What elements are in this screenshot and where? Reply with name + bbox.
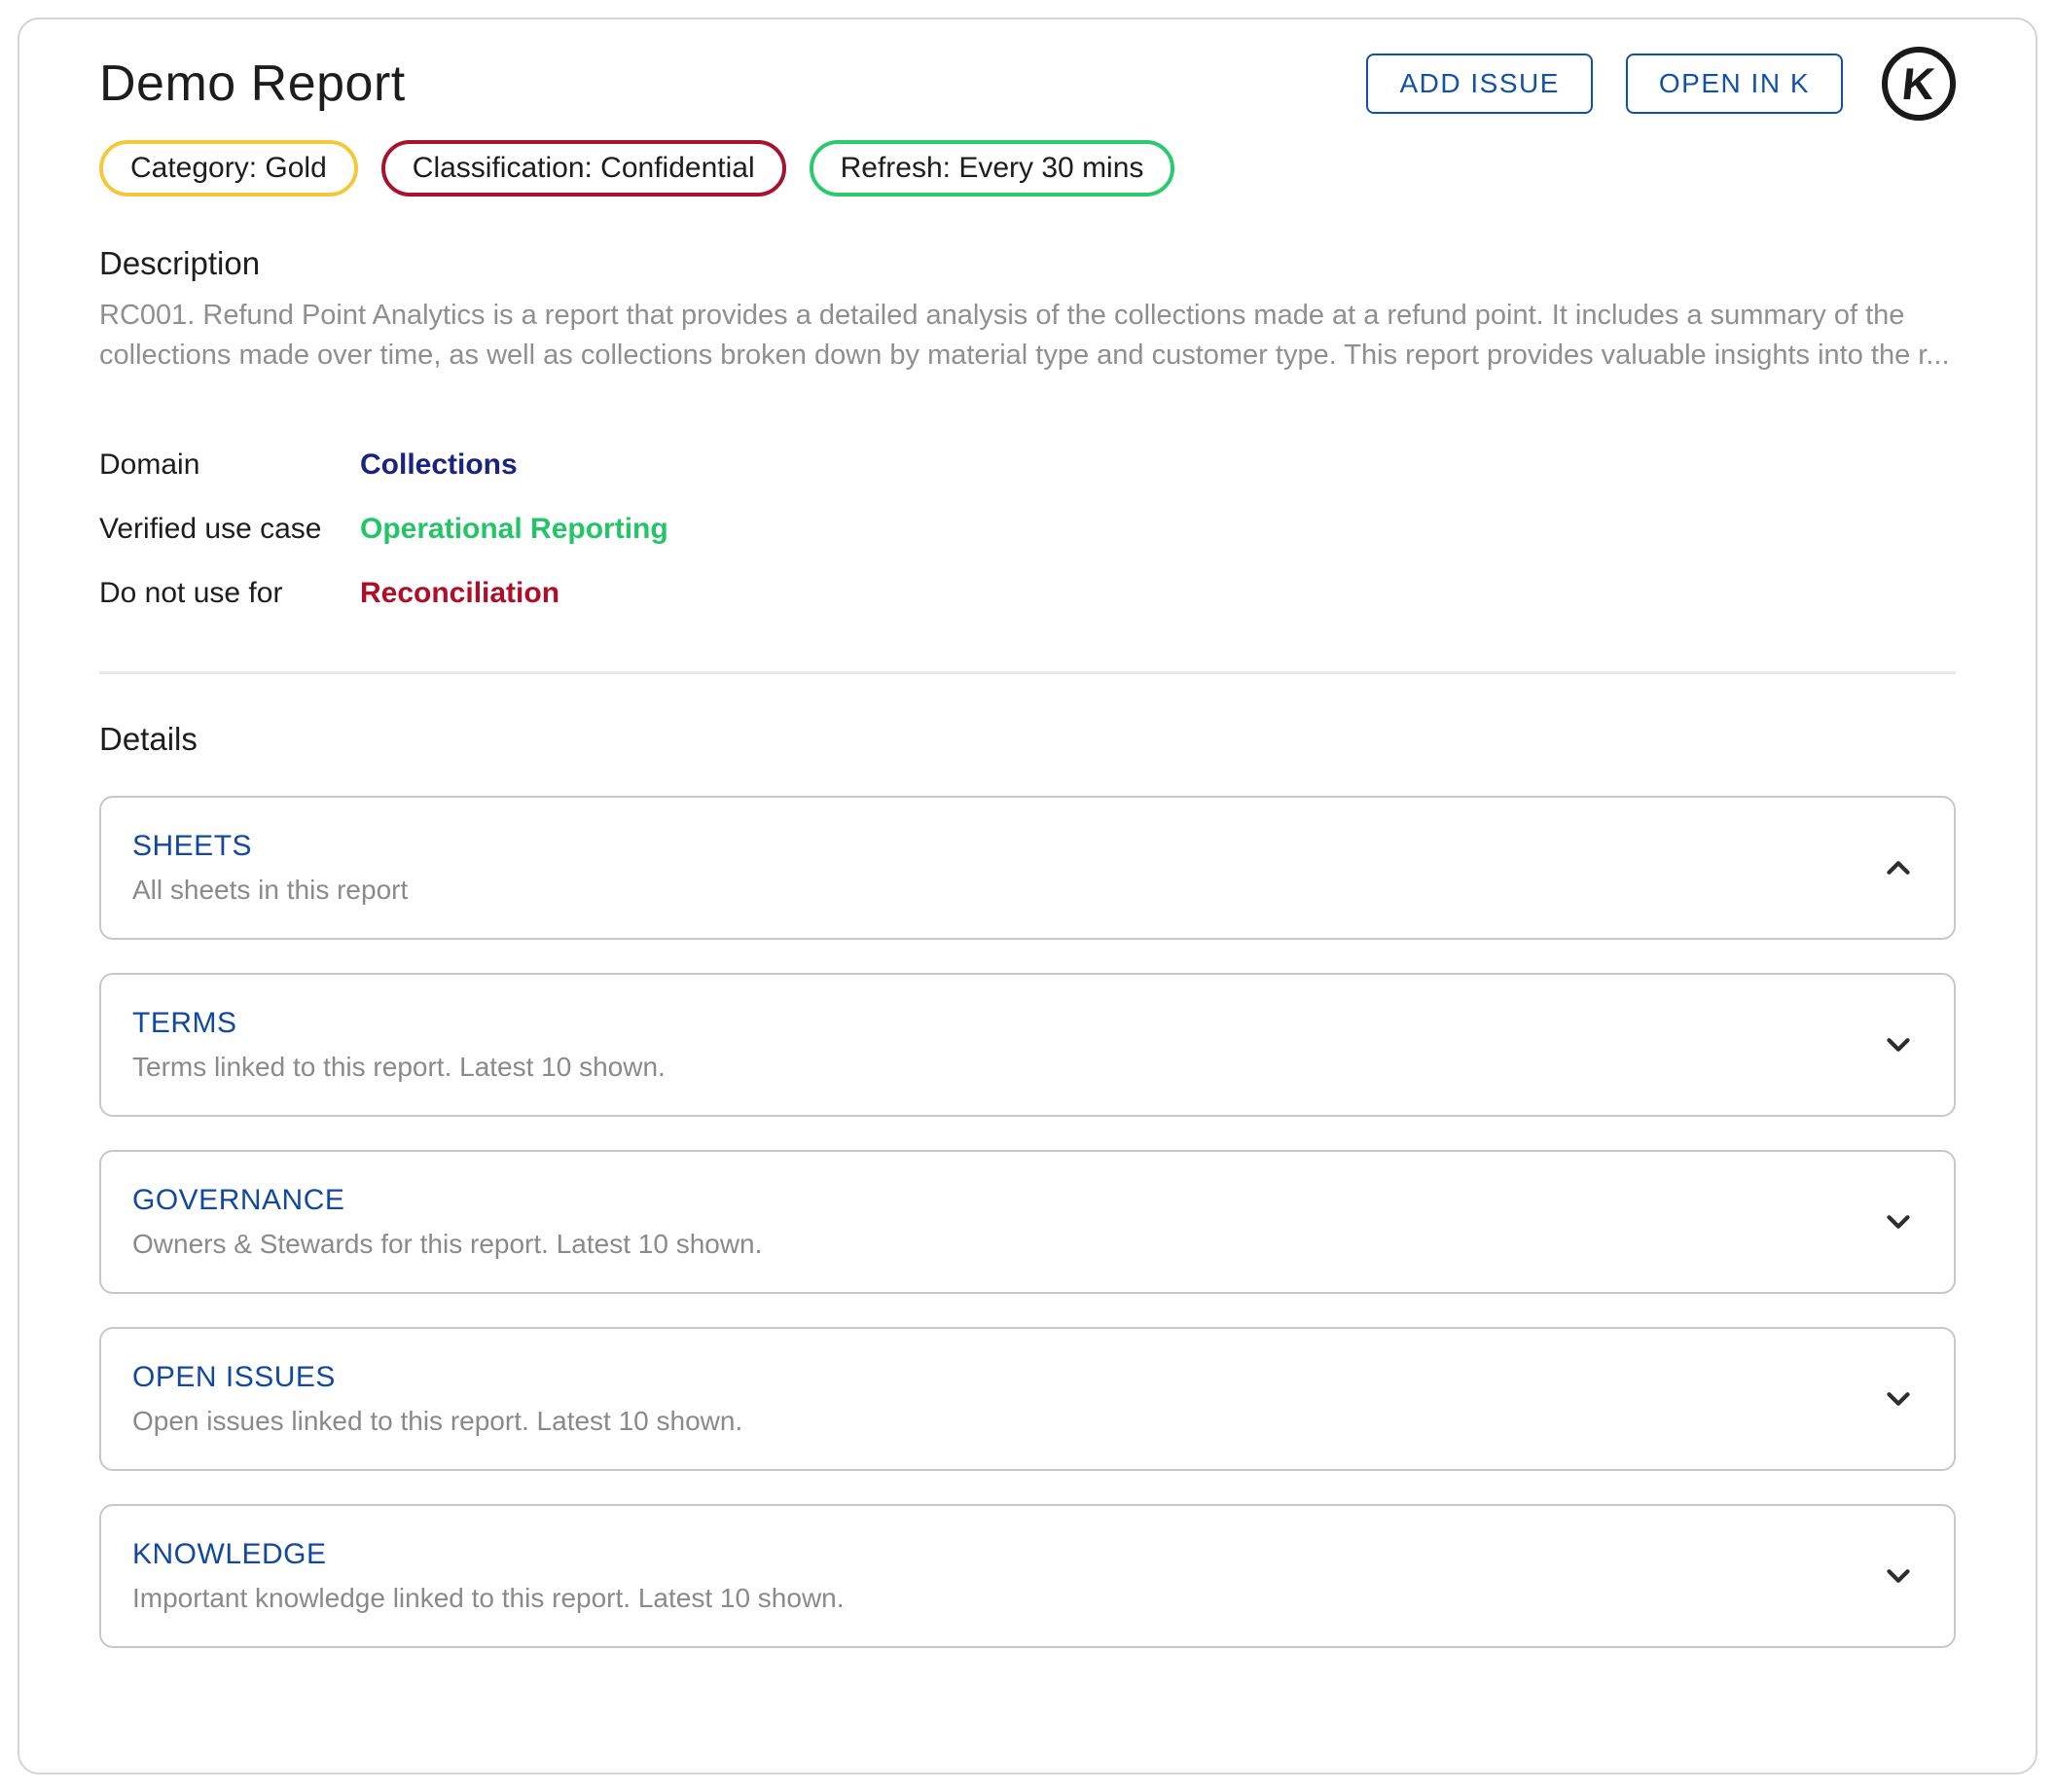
chevron-down-icon[interactable] (1880, 1203, 1917, 1240)
details-accordion-list: SHEETS All sheets in this report TERMS T… (99, 796, 1956, 1648)
accordion-subtitle: Open issues linked to this report. Lates… (132, 1406, 742, 1437)
attribute-value-verified-use-case: Operational Reporting (360, 512, 668, 547)
attribute-label: Domain (99, 448, 360, 483)
report-detail-panel: Demo Report ADD ISSUE OPEN IN K K Catego… (18, 18, 2037, 1774)
k-brand-logo-icon: K (1882, 47, 1956, 121)
accordion-governance[interactable]: GOVERNANCE Owners & Stewards for this re… (99, 1150, 1956, 1294)
chevron-up-icon[interactable] (1880, 849, 1917, 886)
details-heading: Details (99, 721, 1956, 758)
accordion-title: TERMS (132, 1007, 666, 1040)
badges-row: Category: Gold Classification: Confident… (99, 140, 1956, 197)
attribute-value-do-not-use-for: Reconciliation (360, 576, 559, 611)
page-title: Demo Report (99, 54, 406, 113)
accordion-subtitle: Terms linked to this report. Latest 10 s… (132, 1052, 666, 1083)
chevron-down-icon[interactable] (1880, 1026, 1917, 1063)
header-actions: ADD ISSUE OPEN IN K K (1366, 47, 1956, 121)
attribute-label: Do not use for (99, 576, 360, 611)
header: Demo Report ADD ISSUE OPEN IN K K (99, 47, 1956, 121)
attributes: Domain Collections Verified use case Ope… (99, 448, 1956, 611)
refresh-badge: Refresh: Every 30 mins (810, 140, 1175, 197)
accordion-terms[interactable]: TERMS Terms linked to this report. Lates… (99, 973, 1956, 1117)
attribute-label: Verified use case (99, 512, 360, 547)
accordion-title: SHEETS (132, 830, 408, 863)
accordion-text: TERMS Terms linked to this report. Lates… (132, 1007, 666, 1083)
add-issue-button[interactable]: ADD ISSUE (1366, 54, 1592, 114)
accordion-subtitle: Owners & Stewards for this report. Lates… (132, 1229, 762, 1260)
accordion-knowledge[interactable]: KNOWLEDGE Important knowledge linked to … (99, 1504, 1956, 1648)
open-in-k-button[interactable]: OPEN IN K (1626, 54, 1843, 114)
accordion-title: KNOWLEDGE (132, 1538, 845, 1571)
accordion-text: SHEETS All sheets in this report (132, 830, 408, 906)
classification-badge: Classification: Confidential (381, 140, 786, 197)
accordion-sheets[interactable]: SHEETS All sheets in this report (99, 796, 1956, 940)
accordion-text: OPEN ISSUES Open issues linked to this r… (132, 1361, 742, 1437)
accordion-title: OPEN ISSUES (132, 1361, 742, 1394)
accordion-text: KNOWLEDGE Important knowledge linked to … (132, 1538, 845, 1614)
attribute-row-domain: Domain Collections (99, 448, 1956, 483)
accordion-open-issues[interactable]: OPEN ISSUES Open issues linked to this r… (99, 1327, 1956, 1471)
description-text: RC001. Refund Point Analytics is a repor… (99, 296, 1960, 376)
attribute-row-verified-use-case: Verified use case Operational Reporting (99, 512, 1956, 547)
accordion-subtitle: All sheets in this report (132, 875, 408, 906)
description-heading: Description (99, 245, 1956, 282)
page: Demo Report ADD ISSUE OPEN IN K K Catego… (0, 0, 2055, 1792)
attribute-row-do-not-use-for: Do not use for Reconciliation (99, 576, 1956, 611)
chevron-down-icon[interactable] (1880, 1380, 1917, 1417)
divider (99, 671, 1956, 674)
chevron-down-icon[interactable] (1880, 1558, 1917, 1595)
accordion-text: GOVERNANCE Owners & Stewards for this re… (132, 1184, 762, 1260)
attribute-value-domain: Collections (360, 448, 518, 483)
accordion-subtitle: Important knowledge linked to this repor… (132, 1583, 845, 1614)
category-badge: Category: Gold (99, 140, 358, 197)
accordion-title: GOVERNANCE (132, 1184, 762, 1217)
